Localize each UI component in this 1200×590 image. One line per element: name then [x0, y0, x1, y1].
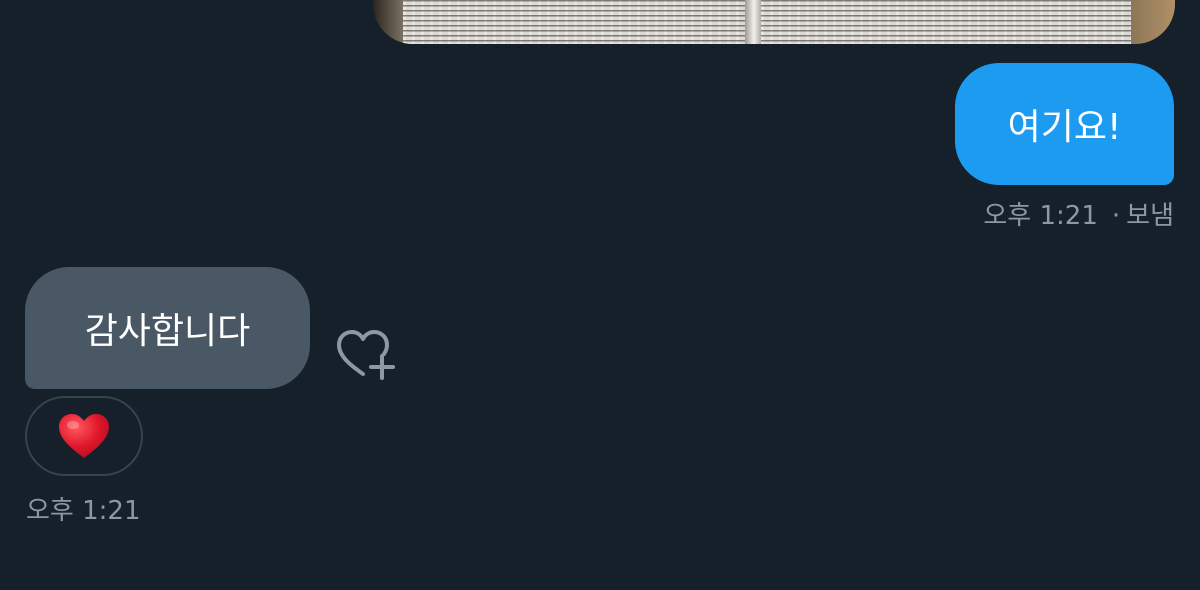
photo-page-left	[403, 0, 748, 44]
received-message-text: 감사합니다	[84, 311, 251, 352]
reaction-pill[interactable]	[25, 396, 143, 476]
received-message-time: 오후 1:21	[26, 496, 141, 526]
sent-message-meta: 오후 1:21 · 보냄	[983, 195, 1174, 232]
attached-photo[interactable]	[373, 0, 1175, 44]
heart-plus-icon	[337, 330, 395, 380]
sent-message-status: 보냄	[1126, 201, 1174, 231]
red-heart-icon	[59, 414, 109, 458]
sent-message-bubble[interactable]: 여기요!	[955, 63, 1174, 185]
sent-message-time: 오후 1:21	[983, 201, 1098, 231]
meta-separator: ·	[1111, 201, 1121, 231]
add-reaction-button[interactable]	[334, 328, 398, 382]
sent-message-text: 여기요!	[1007, 107, 1122, 148]
photo-page-right	[761, 0, 1131, 44]
received-message-bubble[interactable]: 감사합니다	[25, 267, 310, 389]
